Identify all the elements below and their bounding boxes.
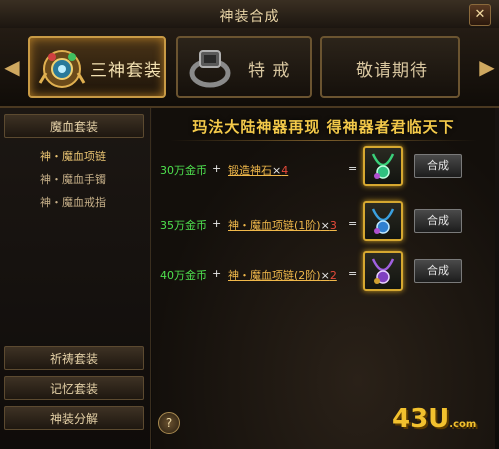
material-quantity: 4 xyxy=(281,164,289,177)
material-name: 神・魔血项链(2阶) xyxy=(228,269,321,282)
tab-strip: ◀ 三神套装 特 戒 敬请期待 ▶ xyxy=(0,28,499,108)
sidebar-button-memory-set[interactable]: 记忆套装 xyxy=(4,376,144,400)
scroll-right-arrow-icon[interactable]: ▶ xyxy=(479,50,495,84)
sidebar-button-decompose[interactable]: 神装分解 xyxy=(4,406,144,430)
result-slot[interactable] xyxy=(363,146,403,186)
result-slot[interactable] xyxy=(363,201,403,241)
equals-sign: = xyxy=(348,217,358,230)
sidebar-item-ring[interactable]: 神・魔血戒指 xyxy=(40,194,106,210)
material-link[interactable]: 神・魔血项链(1阶)×3 xyxy=(228,217,337,233)
material-quantity: 2 xyxy=(329,269,337,282)
tab-special-ring[interactable]: 特 戒 xyxy=(176,36,312,98)
tab-label: 敬请期待 xyxy=(356,61,428,81)
result-slot[interactable] xyxy=(363,251,403,291)
close-button[interactable]: ✕ xyxy=(469,4,491,26)
scroll-left-arrow-icon[interactable]: ◀ xyxy=(4,50,20,84)
logo-text: 43U xyxy=(392,404,450,434)
recipe-row: 40万金币 + 神・魔血项链(2阶)×2 = 合成 xyxy=(152,251,495,295)
material-link[interactable]: 神・魔血项链(2阶)×2 xyxy=(228,267,337,283)
recipe-row: 30万金币 + 锻造神石×4 = 合成 xyxy=(152,146,495,190)
banner-divider xyxy=(170,140,477,141)
gold-cost: 35万金币 xyxy=(160,219,207,232)
gold-cost: 30万金币 xyxy=(160,164,207,177)
logo-suffix: .com xyxy=(449,419,477,430)
sidebar-item-bracelet[interactable]: 神・魔血手镯 xyxy=(40,171,106,187)
craft-button[interactable]: 合成 xyxy=(414,259,462,283)
tab-label: 特 戒 xyxy=(248,61,291,81)
recipe-panel: 玛法大陆神器再现 得神器者君临天下 30万金币 + 锻造神石×4 = 合成 35… xyxy=(152,108,495,449)
purple-necklace-icon xyxy=(371,258,395,284)
sidebar-category-button[interactable]: 魔血套装 xyxy=(4,114,144,138)
material-name: 神・魔血项链(1阶) xyxy=(228,219,321,232)
gold-cost: 40万金币 xyxy=(160,269,207,282)
blue-necklace-icon xyxy=(371,208,395,234)
sidebar: 魔血套装 神・魔血项链 神・魔血手镯 神・魔血戒指 祈祷套装 记忆套装 神装分解 xyxy=(0,108,151,449)
tab-label: 三神套装 xyxy=(90,61,162,81)
craft-button[interactable]: 合成 xyxy=(414,154,462,178)
material-link[interactable]: 锻造神石×4 xyxy=(228,162,288,178)
craft-button[interactable]: 合成 xyxy=(414,209,462,233)
sidebar-button-prayer-set[interactable]: 祈祷套装 xyxy=(4,346,144,370)
site-logo: 43U.com xyxy=(392,404,476,434)
equals-sign: = xyxy=(348,162,358,175)
plus-sign: + xyxy=(212,217,222,230)
ring-icon xyxy=(189,50,231,88)
green-necklace-icon xyxy=(371,153,395,179)
material-quantity: 3 xyxy=(329,219,337,232)
recipe-row: 35万金币 + 神・魔血项链(1阶)×3 = 合成 xyxy=(152,201,495,245)
times-sign: × xyxy=(272,164,282,177)
amulet-icon xyxy=(38,50,86,88)
tab-coming-soon[interactable]: 敬请期待 xyxy=(320,36,460,98)
plus-sign: + xyxy=(212,162,222,175)
material-name: 锻造神石 xyxy=(228,164,272,177)
title-bar: 神装合成 ✕ xyxy=(0,0,499,29)
banner-text: 玛法大陆神器再现 得神器者君临天下 xyxy=(192,118,455,136)
equals-sign: = xyxy=(348,267,358,280)
window-title: 神装合成 xyxy=(219,9,280,25)
times-sign: × xyxy=(320,269,330,282)
plus-sign: + xyxy=(212,267,222,280)
sidebar-item-necklace[interactable]: 神・魔血项链 xyxy=(40,148,106,164)
synthesis-window: 神装合成 ✕ ◀ 三神套装 特 戒 敬请期待 ▶ 魔血套装 神・魔血项链 神・魔… xyxy=(0,0,499,449)
help-button[interactable]: ? xyxy=(158,412,180,434)
times-sign: × xyxy=(320,219,330,232)
tab-three-god-set[interactable]: 三神套装 xyxy=(28,36,166,98)
